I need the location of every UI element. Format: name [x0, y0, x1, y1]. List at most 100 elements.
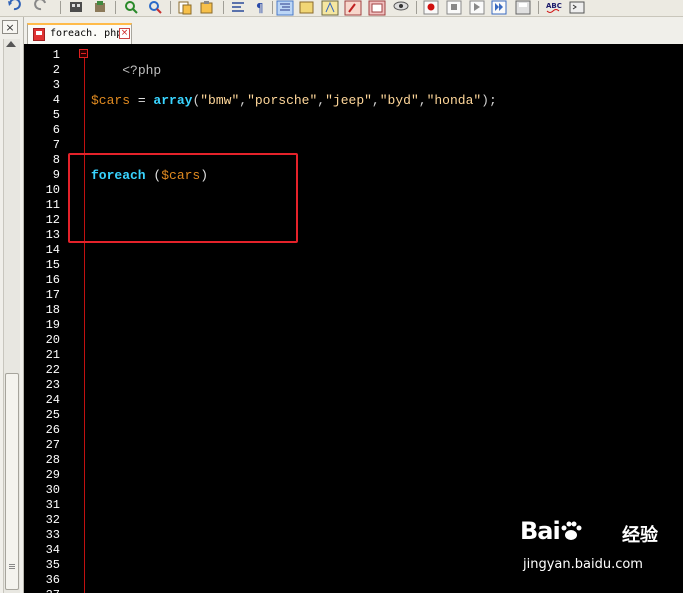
- line-number: 10: [45, 183, 60, 197]
- replace-icon[interactable]: [95, 1, 105, 12]
- scroll-thumb[interactable]: [5, 373, 19, 590]
- token-fn: array: [153, 93, 193, 108]
- line-number: 30: [45, 483, 60, 497]
- pilcrow-icon[interactable]: ¶: [256, 1, 264, 15]
- tab-strip: foreach. php ×: [24, 17, 683, 44]
- run-macro-multiple-icon[interactable]: [491, 0, 507, 15]
- line-number: 23: [45, 378, 60, 392]
- line-number: 2: [52, 63, 60, 77]
- baidu-jingyan-watermark: Bai 经验 jingyan.baidu.com: [520, 517, 670, 577]
- watermark-url: jingyan.baidu.com: [523, 557, 643, 572]
- fold-toggle-icon[interactable]: [79, 49, 88, 58]
- line-number: 37: [24, 588, 60, 593]
- line-number: 18: [45, 303, 60, 317]
- line-number: 35: [45, 558, 60, 572]
- redo-icon[interactable]: [34, 0, 46, 11]
- line-number: 14: [45, 243, 60, 257]
- doc-map-icon[interactable]: [299, 1, 314, 14]
- line-number: 8: [52, 153, 60, 167]
- indent-guide-icon[interactable]: [276, 0, 294, 16]
- token-comma: ,: [317, 93, 326, 108]
- line-number: 32: [45, 513, 60, 527]
- toolbar: ¶ ABC: [0, 0, 683, 17]
- token-var: $cars: [91, 93, 131, 108]
- watermark-cn: 经验: [622, 525, 658, 546]
- token-string: "bmw": [200, 93, 240, 108]
- scroll-grip-icon: [9, 564, 15, 565]
- scroll-up-arrow-icon[interactable]: [6, 41, 16, 47]
- folder-icon[interactable]: [368, 0, 386, 16]
- save-macro-icon[interactable]: [515, 0, 531, 15]
- save-file-icon: [33, 28, 45, 41]
- line-number: 21: [45, 348, 60, 362]
- line-number: 25: [45, 408, 60, 422]
- line-number: 16: [45, 273, 60, 287]
- zoom-out-icon[interactable]: [149, 1, 162, 14]
- line-number: 26: [45, 423, 60, 437]
- line-number-gutter: 1 2 3 4 5 6 7 8 9 10 11 12 13 14 15 16 17 18 19 20 21 22 23 24 2…: [24, 44, 62, 593]
- function-list-icon[interactable]: [344, 0, 362, 16]
- tab-label: foreach. php: [50, 28, 123, 39]
- toolbar-icons: ¶ ABC: [8, 0, 585, 16]
- eye-icon[interactable]: [393, 1, 409, 11]
- token-comma: ,: [371, 93, 380, 108]
- code-line-4: $cars = array("bmw","porsche","jeep","by…: [91, 93, 497, 108]
- play-macro-icon[interactable]: [469, 0, 485, 15]
- wrap-icon[interactable]: [232, 2, 244, 12]
- svg-text:¶: ¶: [256, 1, 264, 15]
- token-op: =: [130, 93, 154, 108]
- paw-icon: [561, 521, 582, 540]
- php-open-tag: <?php: [122, 63, 162, 78]
- zoom-in-icon[interactable]: [125, 1, 138, 14]
- token-string: "honda": [426, 93, 482, 108]
- left-panel: ×: [0, 17, 24, 593]
- line-number: 31: [45, 498, 60, 512]
- token-string: "byd": [379, 93, 419, 108]
- tab-foreach-php[interactable]: foreach. php ×: [27, 23, 132, 44]
- undo-icon[interactable]: [8, 0, 21, 11]
- line-number: 33: [45, 528, 60, 542]
- stop-macro-icon[interactable]: [446, 0, 462, 15]
- line-number: 1: [52, 48, 60, 62]
- line-number: 12: [45, 213, 60, 227]
- token-close: );: [481, 93, 497, 108]
- tab-close-icon[interactable]: ×: [119, 28, 130, 39]
- bookmark-icon[interactable]: [321, 0, 339, 16]
- paste-icon[interactable]: [200, 1, 213, 14]
- watermark-logo-text: Bai: [520, 517, 561, 545]
- line-number: 7: [52, 138, 60, 152]
- run-icon[interactable]: [569, 1, 585, 14]
- line-number: 6: [52, 123, 60, 137]
- watermark-logo: Bai: [520, 517, 582, 545]
- code-line-1: <?php: [91, 48, 161, 93]
- panel-scrollbar[interactable]: [3, 39, 20, 593]
- line-number: 17: [45, 288, 60, 302]
- line-number: 9: [52, 168, 60, 182]
- copy-icon[interactable]: [178, 1, 192, 15]
- line-number: 36: [45, 573, 60, 587]
- token-comma: ,: [418, 93, 427, 108]
- line-number: 22: [45, 363, 60, 377]
- svg-text:ABC: ABC: [546, 2, 562, 10]
- code-editor[interactable]: 1 2 3 4 5 6 7 8 9 10 11 12 13 14 15 16 17 18 19 20 21 22 23 24 2…: [24, 44, 683, 593]
- find-icon[interactable]: [70, 2, 82, 12]
- token-string: "jeep": [325, 93, 372, 108]
- line-number: 28: [45, 453, 60, 467]
- line-number: 24: [45, 393, 60, 407]
- record-macro-icon[interactable]: [423, 0, 439, 15]
- line-number: 34: [45, 543, 60, 557]
- line-number: 19: [45, 318, 60, 332]
- panel-close-button[interactable]: ×: [2, 20, 18, 34]
- line-number: 29: [45, 468, 60, 482]
- line-number: 20: [45, 333, 60, 347]
- fold-line: [84, 58, 85, 593]
- line-number: 4: [52, 93, 60, 107]
- line-number: 13: [45, 228, 60, 242]
- line-number: 3: [52, 78, 60, 92]
- token-string: "porsche": [247, 93, 318, 108]
- line-number: 11: [45, 198, 60, 212]
- spellcheck-icon[interactable]: ABC: [546, 2, 562, 13]
- token-comma: ,: [239, 93, 248, 108]
- annotation-highlight-box: [68, 153, 298, 243]
- line-number: 15: [45, 258, 60, 272]
